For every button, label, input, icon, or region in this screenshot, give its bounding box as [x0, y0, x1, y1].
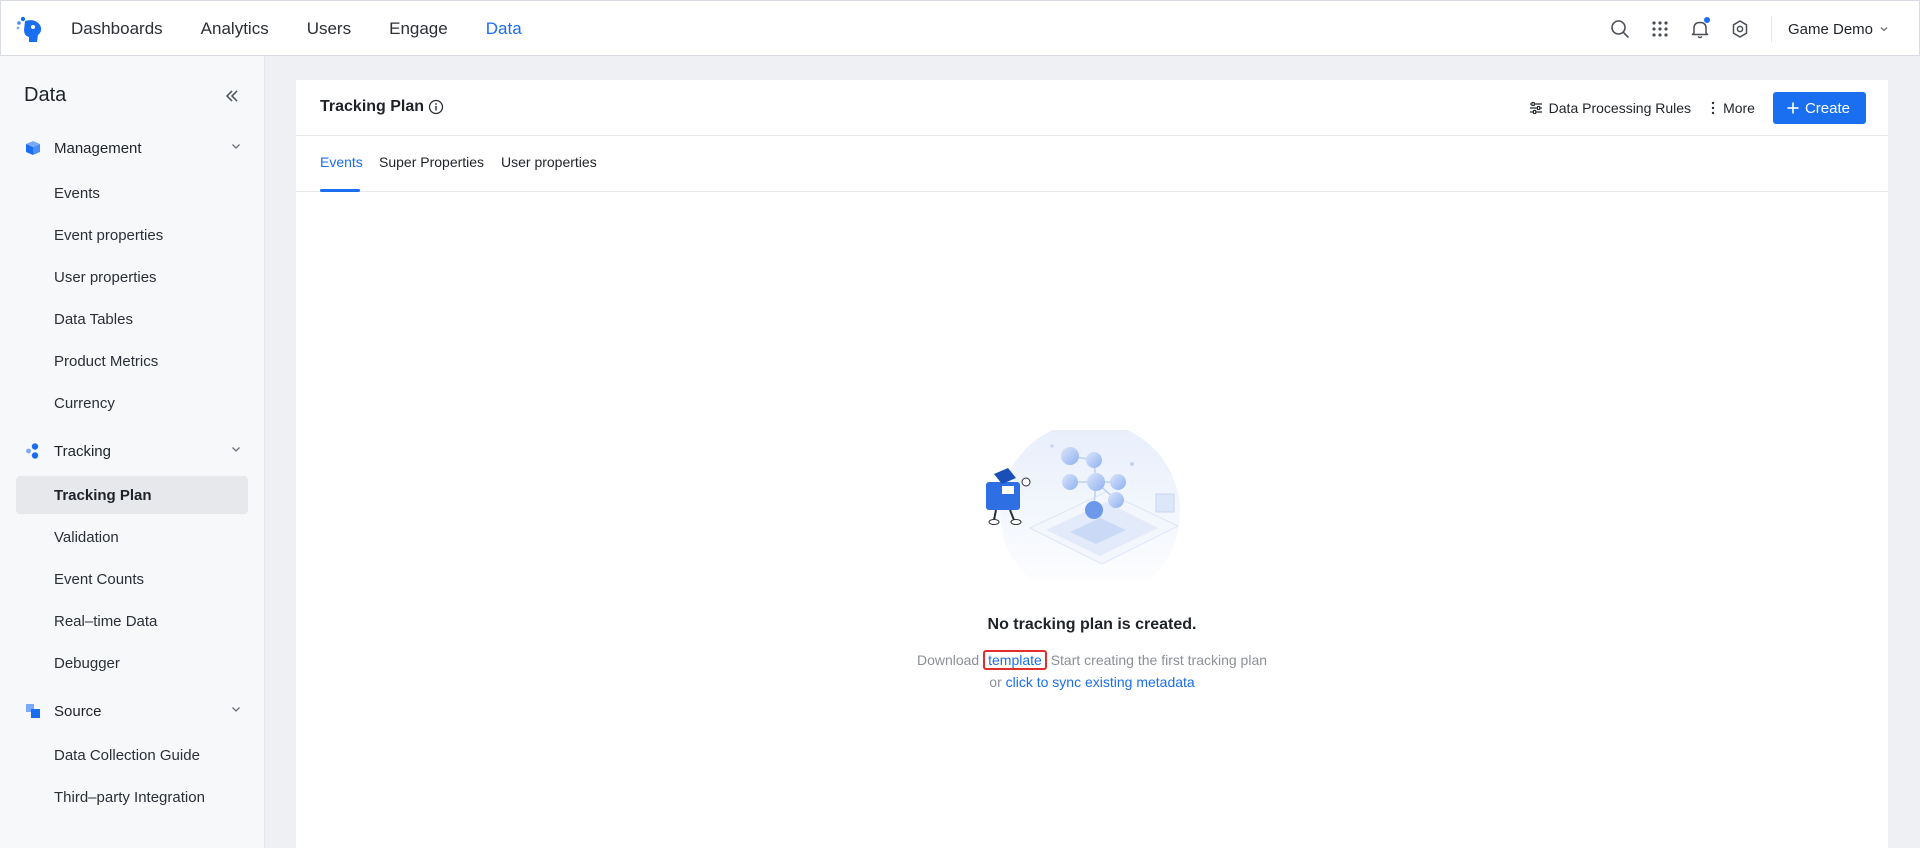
sidebar-item-product-metrics[interactable]: Product Metrics: [16, 342, 248, 380]
squares-icon: [24, 702, 42, 720]
empty-state-title: No tracking plan is created.: [987, 616, 1197, 633]
tab-events[interactable]: Events: [320, 154, 363, 170]
header-actions: Data Processing Rules More Create: [1529, 92, 1866, 124]
sidebar-item-currency[interactable]: Currency: [16, 384, 248, 422]
or-text: or: [989, 674, 1002, 690]
sliders-icon: [1529, 101, 1542, 115]
empty-state-line-2: or click to sync existing metadata: [296, 674, 1888, 690]
sidebar-item-debugger[interactable]: Debugger: [16, 644, 248, 682]
sidebar-item-realtime-data[interactable]: Real–time Data: [16, 602, 248, 640]
sidebar-item-validation[interactable]: Validation: [16, 518, 248, 556]
nav-users[interactable]: Users: [307, 19, 351, 39]
empty-state-illustration: [982, 422, 1198, 602]
cube-icon: [24, 139, 42, 157]
create-button[interactable]: Create: [1772, 92, 1866, 124]
settings-gear-icon[interactable]: [1729, 18, 1751, 40]
search-icon[interactable]: [1609, 18, 1631, 40]
sidebar-item-tracking-plan[interactable]: Tracking Plan: [16, 476, 248, 514]
dots-icon: [24, 442, 42, 460]
start-creating-text: Start creating the first tracking plan: [1050, 652, 1268, 668]
sidebar-group-tracking[interactable]: Tracking: [24, 436, 242, 466]
sidebar-item-data-tables[interactable]: Data Tables: [16, 300, 248, 338]
sidebar-title: Data: [24, 84, 67, 106]
collapse-sidebar-icon[interactable]: [222, 86, 242, 106]
data-processing-rules-label: Data Processing Rules: [1548, 100, 1692, 116]
tab-bar: Events Super Properties User properties: [296, 136, 1888, 192]
notification-bell-icon[interactable]: [1689, 17, 1711, 40]
tab-user-properties[interactable]: User properties: [501, 154, 597, 170]
sidebar-group-source[interactable]: Source: [24, 696, 242, 726]
project-selector[interactable]: Game Demo: [1788, 21, 1889, 38]
sidebar-item-event-counts[interactable]: Event Counts: [16, 560, 248, 598]
main-nav: Dashboards Analytics Users Engage Data: [71, 1, 560, 57]
sidebar-group-label: Source: [54, 702, 102, 720]
top-navigation-bar: Dashboards Analytics Users Engage Data G…: [0, 0, 1920, 56]
chevron-down-icon: [230, 442, 242, 460]
sidebar-item-third-party-integration[interactable]: Third–party Integration: [16, 778, 248, 816]
top-right-tools: Game Demo: [1609, 1, 1919, 57]
more-vertical-icon: [1711, 101, 1715, 115]
chevron-down-icon: [1879, 21, 1889, 38]
sidebar-group-label: Management: [54, 139, 142, 157]
chevron-down-icon: [230, 702, 242, 720]
page-title: Tracking Plan: [320, 98, 425, 115]
main-content-card: Tracking Plan Data Processing Rules More…: [296, 80, 1888, 848]
sidebar-item-data-collection-guide[interactable]: Data Collection Guide: [16, 736, 248, 774]
page-header: Tracking Plan Data Processing Rules More…: [296, 80, 1888, 136]
sidebar-item-user-properties[interactable]: User properties: [16, 258, 248, 296]
download-prefix: Download: [916, 652, 980, 668]
create-label: Create: [1804, 99, 1850, 117]
data-processing-rules-button[interactable]: Data Processing Rules: [1529, 100, 1691, 116]
sidebar: Data Management Events Event properties …: [0, 56, 265, 848]
empty-state-line-1: Download template Start creating the fir…: [296, 650, 1888, 670]
plus-icon: [1787, 102, 1799, 114]
more-label: More: [1723, 100, 1755, 116]
sidebar-group-management[interactable]: Management: [24, 133, 242, 163]
info-icon[interactable]: [428, 99, 444, 115]
nav-dashboards[interactable]: Dashboards: [71, 19, 163, 39]
sidebar-group-label: Tracking: [54, 442, 111, 460]
sidebar-item-event-properties[interactable]: Event properties: [16, 216, 248, 254]
nav-data[interactable]: Data: [486, 19, 522, 39]
project-name: Game Demo: [1787, 20, 1873, 38]
divider: [1770, 16, 1772, 42]
more-button[interactable]: More: [1709, 100, 1755, 116]
apps-grid-icon[interactable]: [1649, 18, 1671, 40]
chevron-down-icon: [230, 139, 242, 157]
notification-dot: [1703, 17, 1710, 23]
nav-analytics[interactable]: Analytics: [201, 19, 269, 39]
nav-engage[interactable]: Engage: [389, 19, 448, 39]
sidebar-item-events[interactable]: Events: [16, 174, 248, 212]
app-logo-icon[interactable]: [15, 15, 45, 43]
tab-super-properties[interactable]: Super Properties: [379, 154, 484, 170]
active-tab-indicator: [320, 189, 360, 192]
download-template-link[interactable]: template: [983, 650, 1047, 670]
sync-metadata-link[interactable]: click to sync existing metadata: [1006, 674, 1195, 690]
